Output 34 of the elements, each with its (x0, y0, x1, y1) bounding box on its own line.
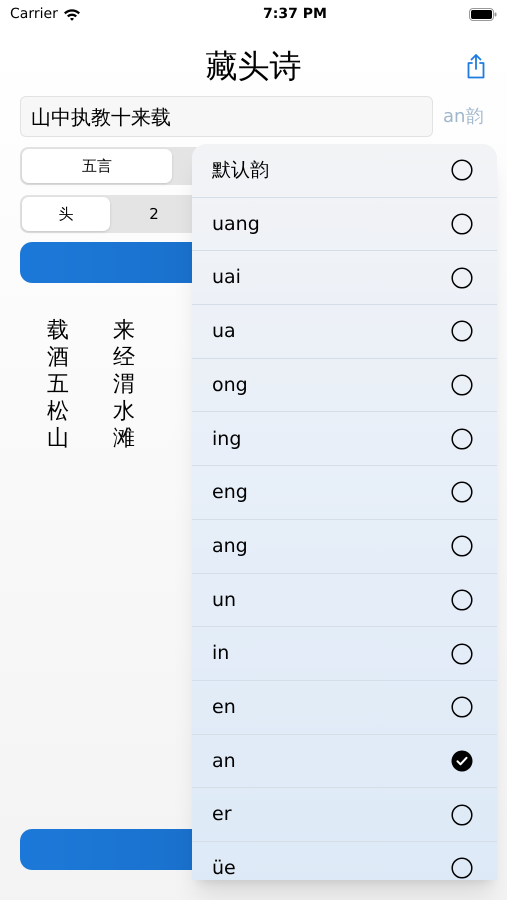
rhyme-menu-item[interactable]: uang (192, 198, 497, 252)
poem-character: 渭 (113, 371, 135, 398)
carrier-label: Carrier (10, 4, 58, 24)
text-input-field[interactable]: 山中执教十来载 (20, 96, 433, 137)
rhyme-menu-item[interactable]: un (192, 574, 497, 628)
rhyme-menu-item[interactable]: ing (192, 412, 497, 466)
share-icon[interactable] (466, 54, 486, 79)
wifi-icon (62, 8, 81, 20)
rhyme-menu-item[interactable]: ong (192, 358, 497, 412)
length-tab[interactable]: 五言 (22, 149, 172, 183)
screen-title: 藏头诗 (206, 46, 302, 87)
poem-character: 经 (113, 344, 135, 371)
rhyme-menu-item[interactable]: ang (192, 520, 497, 574)
rhyme-menu-item[interactable]: en (192, 680, 497, 735)
position-tab[interactable]: 头 (22, 197, 110, 231)
poem-character: 来 (113, 317, 135, 344)
poem-character: 载 (47, 317, 69, 344)
poem-character: 水 (113, 398, 135, 425)
rhyme-menu-item[interactable]: er (192, 788, 497, 842)
rhyme-label: an韵 (443, 105, 484, 129)
poem-character: 山 (47, 425, 69, 452)
rhyme-menu-item[interactable]: uai (192, 251, 497, 306)
rhyme-menu-item[interactable]: ua (192, 305, 497, 359)
rhyme-menu-item[interactable]: an (192, 734, 497, 788)
rhyme-menu-item[interactable]: eng (192, 466, 497, 520)
status-time: 7:37 PM (263, 4, 327, 24)
rhyme-menu-item[interactable]: üe (192, 842, 497, 880)
rhyme-menu-item[interactable]: 默认韵 (192, 144, 497, 198)
poem-character: 五 (47, 371, 69, 398)
poem-character: 松 (47, 398, 69, 425)
poem-character: 滩 (113, 425, 135, 452)
poem-character: 酒 (47, 344, 69, 371)
rhyme-menu-item[interactable]: in (192, 627, 497, 681)
battery-icon (469, 8, 497, 20)
